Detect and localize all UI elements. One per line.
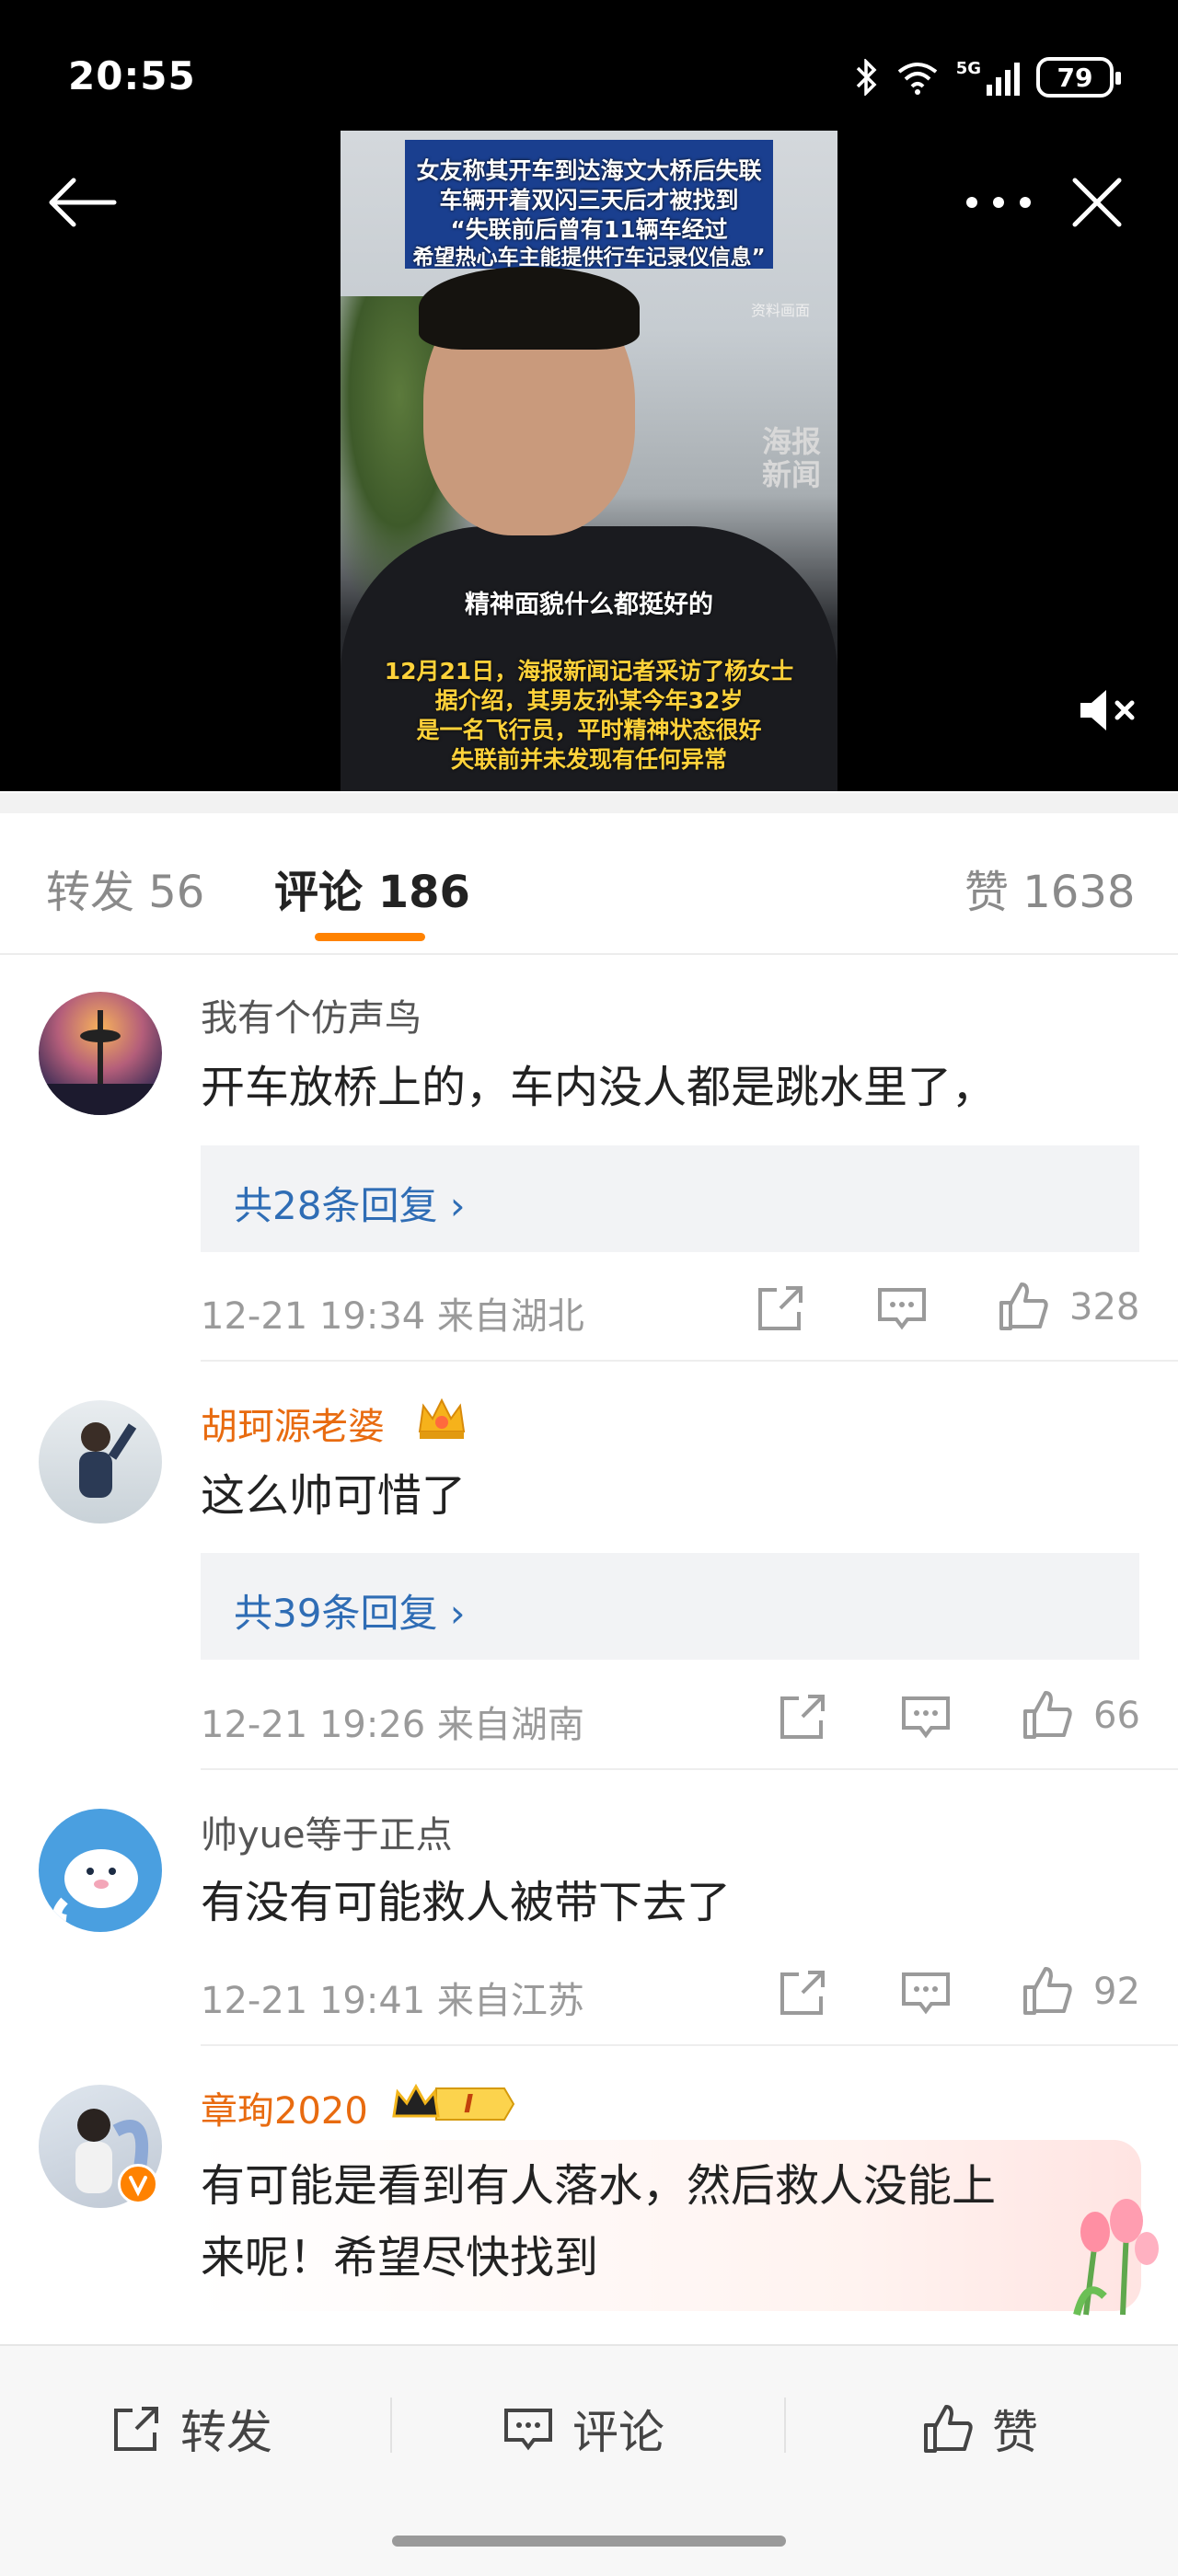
wifi-icon bbox=[897, 63, 937, 95]
battery-indicator: 79 bbox=[1036, 57, 1121, 98]
bottom-comment-label: 评论 bbox=[572, 2406, 664, 2459]
vip-level-label: I bbox=[464, 2088, 474, 2119]
mute-icon[interactable] bbox=[1077, 684, 1141, 736]
like-count: 66 bbox=[1093, 1695, 1140, 1737]
tulip-sticker-icon bbox=[1073, 2199, 1159, 2317]
comment-icon[interactable] bbox=[874, 1281, 930, 1336]
replies-link[interactable]: 共28条回复 › bbox=[201, 1145, 1139, 1252]
comment-icon[interactable] bbox=[898, 1965, 953, 2020]
comment-meta: 12-21 19:34 来自湖北 bbox=[201, 1295, 584, 1338]
network-label: 5G bbox=[955, 59, 981, 78]
status-icons: 5G 79 bbox=[855, 57, 1121, 98]
like-count: 92 bbox=[1093, 1971, 1140, 2013]
like-icon[interactable] bbox=[1020, 1687, 1075, 1742]
avatar[interactable] bbox=[39, 992, 162, 1115]
info-line-2: 据介绍，其男友孙某今年32岁 bbox=[434, 687, 744, 714]
verified-badge-icon bbox=[118, 2164, 158, 2204]
comment-meta: 12-21 19:41 来自江苏 bbox=[201, 1980, 584, 2022]
comment-text-line-1: 有可能是看到有人落水，然后救人没能上 bbox=[201, 2160, 997, 2212]
comment-text: 有没有可能救人被带下去了 bbox=[201, 1877, 732, 1928]
comment-divider bbox=[201, 1768, 1178, 1770]
comment-username[interactable]: 我有个仿声鸟 bbox=[201, 988, 422, 1041]
bottom-repost-label: 转发 bbox=[180, 2406, 272, 2459]
replies-label: 共39条回复 › bbox=[234, 1591, 466, 1636]
active-tab-indicator bbox=[315, 933, 425, 941]
bottom-like-button[interactable]: 赞 bbox=[920, 2392, 1038, 2466]
like-icon[interactable] bbox=[1020, 1963, 1075, 2018]
comment-text: 开车放桥上的，车内没人都是跳水里了， bbox=[201, 1062, 997, 1113]
bottom-like-label: 赞 bbox=[992, 2406, 1038, 2459]
status-time: 20:55 bbox=[68, 53, 196, 98]
info-line-3: 是一名飞行员，平时精神状态很好 bbox=[416, 717, 762, 743]
comment-meta: 12-21 19:26 来自湖南 bbox=[201, 1704, 584, 1746]
bottom-repost-button[interactable]: 转发 bbox=[109, 2392, 272, 2466]
video-player[interactable]: 女友称其开车到达海文大桥后失联 车辆开着双闪三天后才被找到 “失联前后曾有11辆… bbox=[341, 131, 837, 791]
section-separator bbox=[0, 793, 1178, 813]
crown-badge-icon bbox=[418, 1397, 466, 1439]
more-options-button[interactable] bbox=[957, 184, 1040, 221]
comment-icon bbox=[504, 2409, 552, 2451]
bottom-comment-button[interactable]: 评论 bbox=[501, 2392, 664, 2466]
bottom-separator bbox=[784, 2398, 786, 2453]
white-seal-icon bbox=[52, 1849, 138, 1924]
person-photo-icon bbox=[79, 1422, 137, 1498]
dot-icon bbox=[1020, 197, 1031, 208]
replies-label: 共28条回复 › bbox=[234, 1183, 466, 1228]
dot-icon bbox=[966, 197, 977, 208]
video-header: 20:55 5G 79 女友称其开车到达海文大桥后失联 车辆开着双闪三天后才被找… bbox=[0, 0, 1178, 791]
comment-username[interactable]: 帅yue等于正点 bbox=[201, 1805, 453, 1858]
caption-line-1: 女友称其开车到达海文大桥后失联 bbox=[416, 157, 762, 184]
comment-divider bbox=[201, 1360, 1178, 1362]
like-count: 328 bbox=[1069, 1286, 1140, 1328]
like-icon[interactable] bbox=[996, 1279, 1051, 1334]
info-line-1: 12月21日，海报新闻记者采访了杨女士 bbox=[384, 658, 794, 684]
avatar[interactable] bbox=[39, 1400, 162, 1524]
network-signal-icon: 5G bbox=[956, 59, 1020, 96]
tab-repost[interactable]: 转发 56 bbox=[46, 856, 204, 920]
source-note: 资料画面 bbox=[750, 302, 810, 319]
home-indicator[interactable] bbox=[392, 2536, 786, 2547]
video-subtitle: 精神面貌什么都挺好的 bbox=[465, 591, 713, 619]
comment-username[interactable]: 章珣2020 bbox=[201, 2081, 368, 2134]
replies-link[interactable]: 共39条回复 › bbox=[201, 1553, 1139, 1660]
dot-icon bbox=[993, 197, 1004, 208]
close-icon[interactable] bbox=[1068, 173, 1126, 232]
quote-line-1: “失联前后曾有11辆车经过 bbox=[450, 216, 728, 243]
bluetooth-icon bbox=[856, 59, 877, 96]
comment-divider bbox=[201, 2044, 1178, 2046]
comment-text-line-2: 来呢！希望尽快找到 bbox=[201, 2232, 599, 2283]
info-line-4: 失联前并未发现有任何异常 bbox=[450, 746, 727, 773]
person-hair bbox=[419, 267, 640, 350]
comment-icon[interactable] bbox=[898, 1689, 953, 1744]
bottom-separator bbox=[390, 2398, 392, 2453]
share-icon[interactable] bbox=[775, 1965, 830, 2020]
share-icon bbox=[114, 2407, 158, 2451]
comment-text: 这么帅可惜了 bbox=[201, 1470, 467, 1522]
quote-line-2: 希望热心车主能提供行车记录仪信息” bbox=[412, 246, 766, 270]
share-icon[interactable] bbox=[753, 1281, 808, 1336]
watermark: 海报 新闻 bbox=[762, 425, 821, 491]
watermark-line-1: 海报 bbox=[761, 424, 821, 459]
watermark-line-2: 新闻 bbox=[761, 457, 821, 492]
bottom-action-bar: 转发 评论 赞 bbox=[0, 2344, 1178, 2576]
comment-username[interactable]: 胡珂源老婆 bbox=[201, 1397, 385, 1450]
caption-box: 女友称其开车到达海文大桥后失联 车辆开着双闪三天后才被找到 “失联前后曾有11辆… bbox=[405, 140, 773, 270]
tab-comments[interactable]: 评论 186 bbox=[274, 856, 470, 920]
share-icon[interactable] bbox=[775, 1689, 830, 1744]
caption-line-2: 车辆开着双闪三天后才被找到 bbox=[439, 187, 739, 213]
tab-likes[interactable]: 赞 1638 bbox=[964, 856, 1135, 920]
back-arrow-icon[interactable] bbox=[46, 175, 120, 230]
like-icon bbox=[924, 2405, 973, 2453]
vip-level-badge: I bbox=[390, 2081, 517, 2127]
avatar[interactable] bbox=[39, 1809, 162, 1932]
space-needle-icon bbox=[39, 1010, 162, 1115]
tabs-divider bbox=[0, 953, 1178, 955]
